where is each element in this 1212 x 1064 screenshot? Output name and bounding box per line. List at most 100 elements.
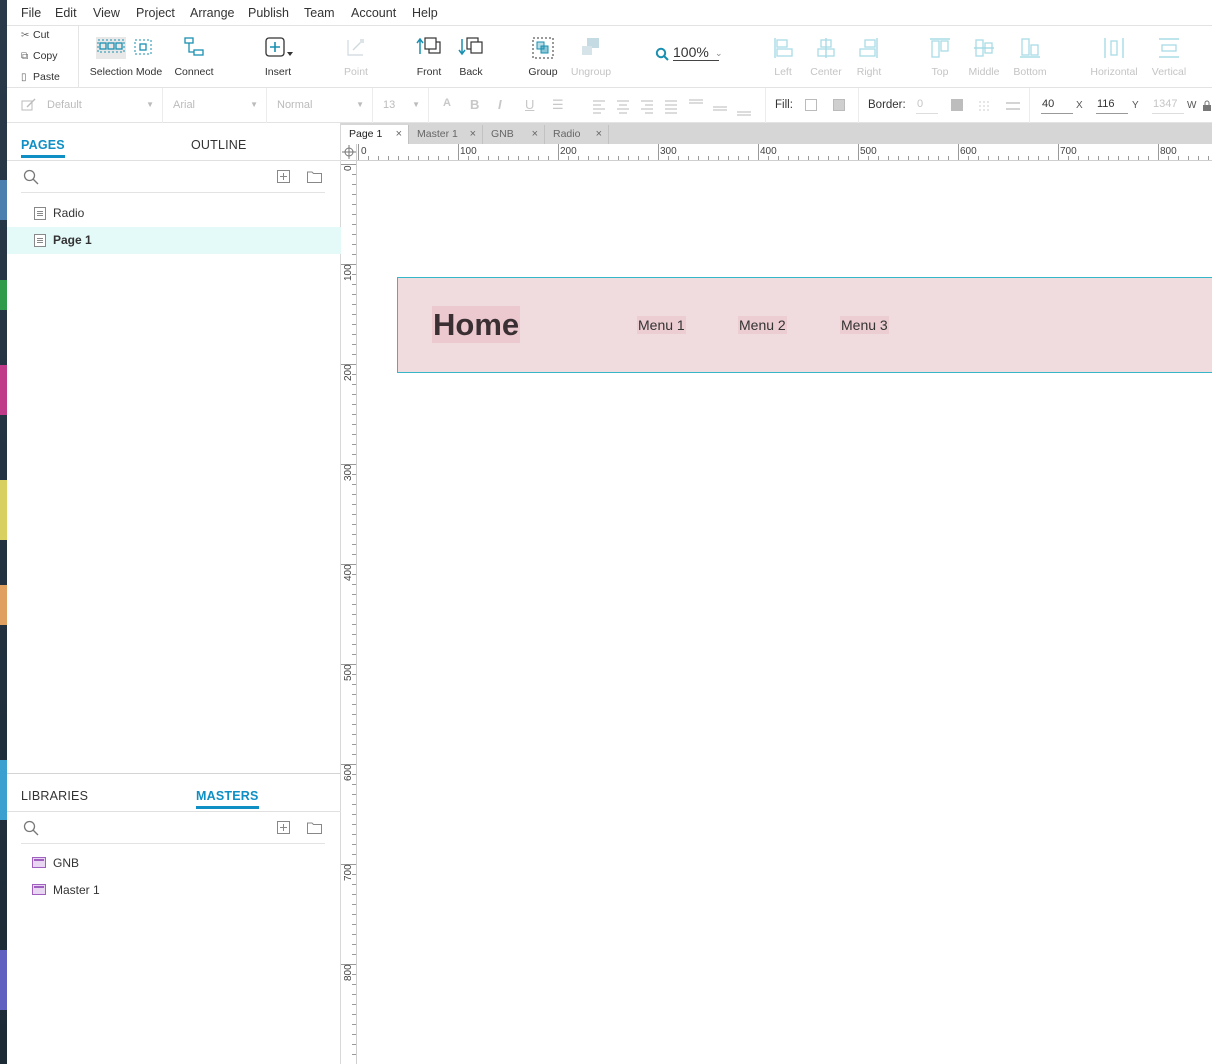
fill-color-swatch[interactable] (805, 99, 817, 111)
align-middle-button[interactable]: Middle (965, 26, 1003, 88)
desktop-edge (0, 0, 7, 1064)
close-icon[interactable]: × (470, 128, 476, 140)
ungroup-icon (582, 38, 599, 55)
chevron-down-icon: ▼ (412, 100, 420, 109)
tab-masters[interactable]: MASTERS (196, 789, 259, 809)
paste-button[interactable]: ▯ Paste (21, 71, 60, 83)
align-bottom-icon (1020, 38, 1040, 58)
group-label: Group (528, 66, 558, 78)
style-select[interactable]: Default ▼ (7, 88, 163, 123)
master-item-gnb[interactable]: GNB (7, 850, 341, 877)
left-panel: PAGES OUTLINE Radio Page 1 LIBRARIES MAS… (7, 123, 341, 1064)
fill-gradient-swatch[interactable] (833, 99, 845, 111)
font-select[interactable]: Arial ▼ (163, 88, 267, 123)
align-center-button[interactable]: Center (807, 26, 845, 88)
x-position-input[interactable]: 40 (1041, 98, 1073, 114)
panel-divider[interactable] (7, 773, 341, 774)
connect-button[interactable]: Connect (171, 26, 217, 88)
doc-tab-gnb[interactable]: GNB × (483, 125, 545, 144)
vertical-ruler[interactable]: 0 100 200 300 400 500 600 700 800 (341, 161, 357, 1064)
chevron-down-icon[interactable]: ⌄ (715, 48, 723, 59)
menu-1-text[interactable]: Menu 1 (637, 316, 686, 334)
ruler-label: 700 (343, 864, 354, 881)
chevron-down-icon: ▼ (356, 100, 364, 109)
home-text[interactable]: Home (432, 306, 521, 343)
ruler-corner[interactable] (341, 144, 357, 161)
tab-pages[interactable]: PAGES (21, 138, 65, 158)
master-item-master-1[interactable]: Master 1 (7, 877, 341, 904)
menu-3-text[interactable]: Menu 3 (840, 316, 889, 334)
copy-button[interactable]: ⧉ Copy (21, 50, 58, 62)
menu-file[interactable]: File (21, 6, 41, 20)
page-item-page-1[interactable]: Page 1 (7, 227, 341, 254)
distribute-horizontal-button[interactable]: Horizontal (1089, 26, 1139, 88)
close-icon[interactable]: × (396, 128, 402, 140)
text-align-icons[interactable] (591, 97, 751, 117)
cut-button[interactable]: ✂ Cut (21, 29, 49, 41)
insert-button[interactable]: Insert (257, 26, 299, 88)
align-top-button[interactable]: Top (925, 26, 955, 88)
gnb-master-instance[interactable]: Home Menu 1 Menu 2 Menu 3 (397, 277, 1212, 373)
arrow-style-icon[interactable] (1005, 100, 1021, 112)
align-center-label: Center (810, 66, 842, 78)
distribute-vertical-button[interactable]: Vertical (1147, 26, 1191, 88)
align-left-button[interactable]: Left (767, 26, 799, 88)
y-position-input[interactable]: 116 (1096, 98, 1128, 114)
close-icon[interactable]: × (596, 128, 602, 140)
selection-mode-button[interactable]: Selection Mode (87, 26, 165, 88)
width-input[interactable]: 1347 (1152, 98, 1184, 114)
doc-tab-page-1[interactable]: Page 1 × (341, 125, 409, 144)
menu-account[interactable]: Account (351, 6, 396, 20)
doc-tab-label: Page 1 (349, 128, 383, 140)
page-item-radio[interactable]: Radio (7, 200, 341, 227)
vertical-ruler-ticks (341, 164, 356, 1055)
insert-icon (265, 37, 293, 57)
bullet-list-icon[interactable]: ☰ (552, 97, 564, 113)
align-right-button[interactable]: Right (853, 26, 885, 88)
menu-arrange[interactable]: Arrange (190, 6, 234, 20)
send-back-button[interactable]: Back (451, 26, 491, 88)
bring-front-button[interactable]: Front (409, 26, 449, 88)
menu-help[interactable]: Help (412, 6, 438, 20)
search-icon[interactable] (23, 169, 39, 185)
tab-outline[interactable]: OUTLINE (191, 138, 247, 152)
lock-icon[interactable] (1202, 100, 1212, 112)
ungroup-label: Ungroup (570, 66, 612, 78)
doc-tab-master-1[interactable]: Master 1 × (409, 125, 483, 144)
italic-icon[interactable]: I (498, 97, 502, 112)
group-button[interactable]: Group (523, 26, 563, 88)
border-color-swatch[interactable] (951, 99, 963, 111)
bold-icon[interactable]: B (470, 97, 479, 112)
zoom-value[interactable]: 100% (673, 44, 719, 61)
align-left-icon (774, 38, 793, 58)
add-folder-icon[interactable] (307, 170, 322, 183)
underline-icon[interactable]: U (525, 97, 534, 112)
menu-team[interactable]: Team (304, 6, 335, 20)
x-axis-label: X (1076, 100, 1083, 111)
add-page-icon[interactable] (277, 170, 290, 183)
search-icon[interactable] (23, 820, 39, 836)
horizontal-ruler[interactable]: 0 100 200 300 400 500 600 700 800 (341, 144, 1212, 161)
weight-select[interactable]: Normal ▼ (267, 88, 373, 123)
font-size-select[interactable]: 13 ▼ (373, 88, 429, 123)
doc-tab-radio[interactable]: Radio × (545, 125, 609, 144)
menu-project[interactable]: Project (136, 6, 175, 20)
add-master-icon[interactable] (277, 821, 290, 834)
menu-2-text[interactable]: Menu 2 (738, 316, 787, 334)
tab-libraries[interactable]: LIBRARIES (21, 789, 88, 803)
menu-view[interactable]: View (93, 6, 120, 20)
menu-edit[interactable]: Edit (55, 6, 77, 20)
design-canvas[interactable]: Home Menu 1 Menu 2 Menu 3 (357, 161, 1212, 1064)
menu-publish[interactable]: Publish (248, 6, 289, 20)
ungroup-button[interactable]: Ungroup (567, 26, 615, 88)
add-folder-icon[interactable] (307, 821, 322, 834)
point-button[interactable]: Point (337, 26, 375, 88)
close-icon[interactable]: × (532, 128, 538, 140)
align-right-label: Right (856, 66, 882, 78)
font-color-icon[interactable]: A (443, 97, 451, 109)
border-style-icon[interactable] (978, 100, 992, 112)
border-width-input[interactable]: 0 (916, 98, 938, 114)
ruler-label: 300 (343, 464, 354, 481)
zoom-control[interactable]: 100% ⌄ (655, 42, 727, 64)
align-bottom-button[interactable]: Bottom (1011, 26, 1049, 88)
